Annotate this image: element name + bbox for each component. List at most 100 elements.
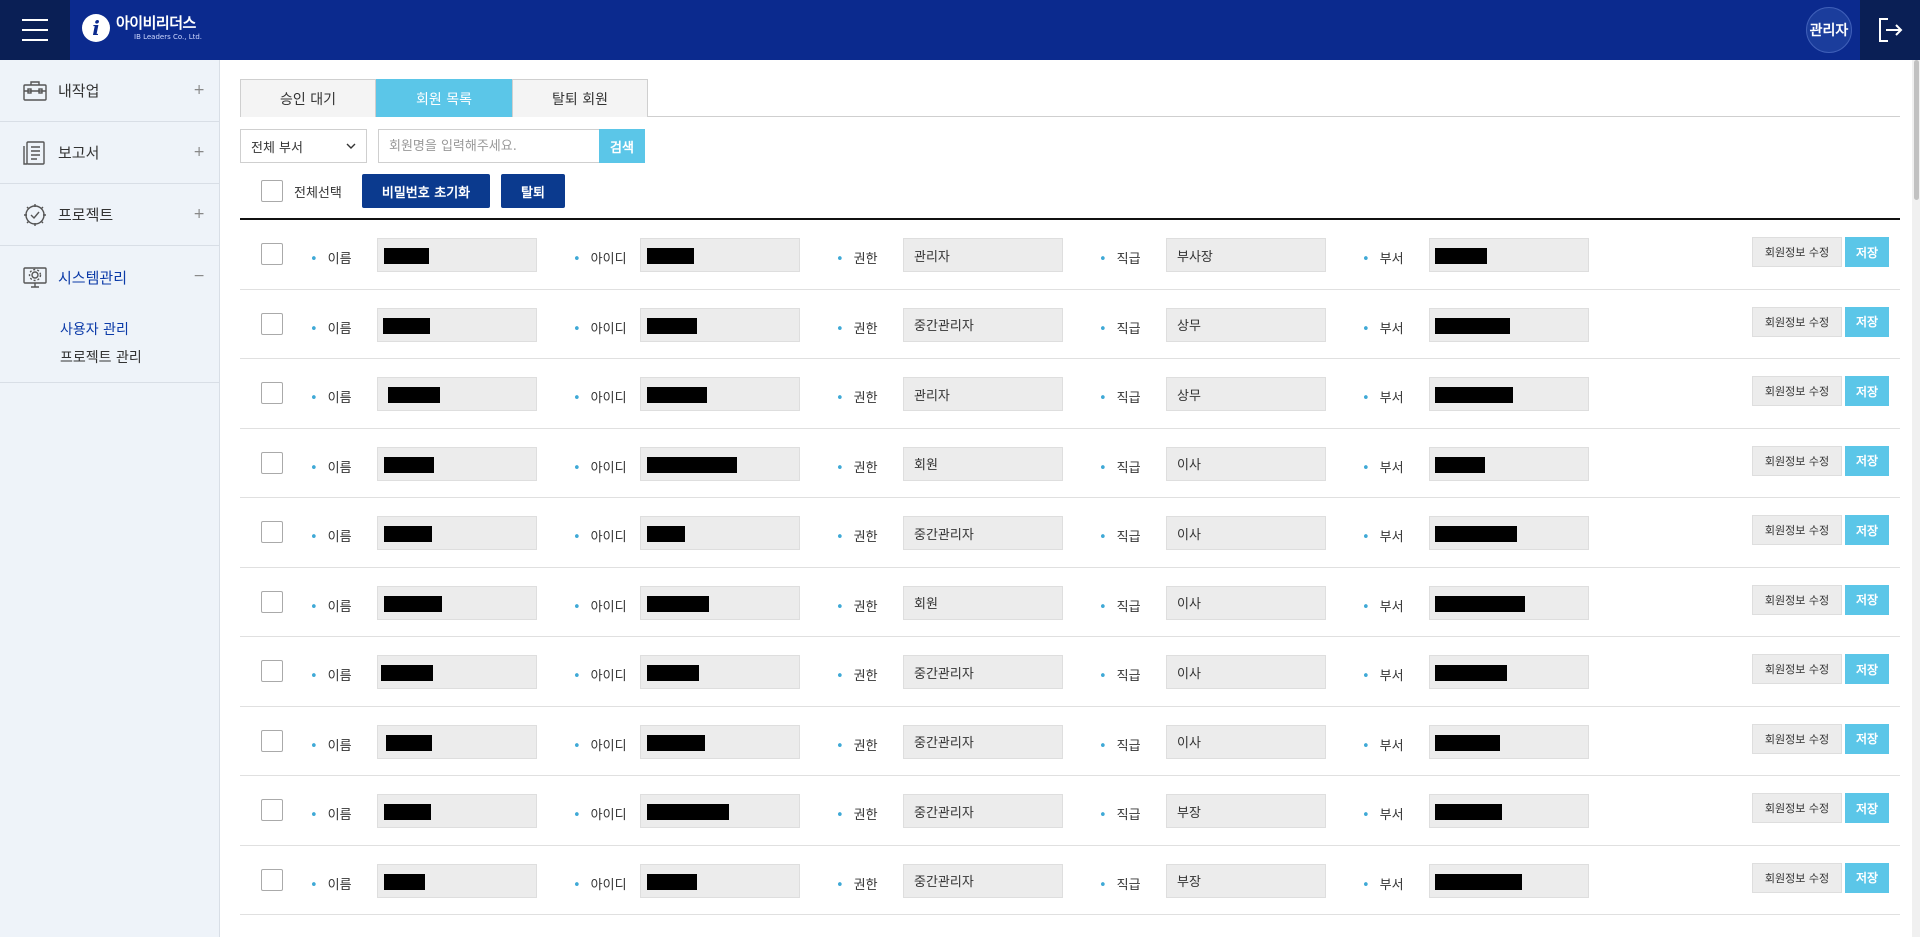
department-field[interactable] <box>1429 863 1589 898</box>
save-member-button[interactable]: 저장 <box>1845 306 1889 337</box>
company-logo[interactable]: i 아이비리더스 IB Leaders Co., Ltd. <box>82 14 202 42</box>
department-field[interactable] <box>1429 655 1589 689</box>
reset-password-button[interactable]: 비밀번호 초기화 <box>362 174 490 208</box>
name-field[interactable] <box>377 377 537 411</box>
role-field[interactable]: 중간관리자 <box>903 307 1063 342</box>
name-field[interactable] <box>377 794 537 828</box>
position-field[interactable]: 이사 <box>1166 724 1326 759</box>
name-field[interactable] <box>377 863 537 898</box>
department-field[interactable] <box>1429 794 1589 828</box>
department-select[interactable]: 전체 부서 <box>240 129 367 163</box>
search-button[interactable]: 검색 <box>599 129 645 163</box>
id-field[interactable] <box>640 238 800 272</box>
name-field[interactable] <box>377 585 537 620</box>
id-field[interactable] <box>640 377 800 411</box>
sidebar-item-system-admin[interactable]: 시스템관리 − <box>0 246 219 308</box>
edit-member-button[interactable]: 회원정보 수정 <box>1752 306 1842 337</box>
role-field[interactable]: 중간관리자 <box>903 794 1063 828</box>
edit-member-button[interactable]: 회원정보 수정 <box>1752 862 1842 893</box>
save-member-button[interactable]: 저장 <box>1845 862 1889 893</box>
member-row-checkbox[interactable] <box>261 451 283 474</box>
department-field[interactable] <box>1429 307 1589 342</box>
submenu-user-management[interactable]: 사용자 관리 <box>60 316 219 344</box>
department-field[interactable] <box>1429 238 1589 272</box>
role-field[interactable]: 중간관리자 <box>903 655 1063 689</box>
save-member-button[interactable]: 저장 <box>1845 237 1889 267</box>
id-field[interactable] <box>640 863 800 898</box>
expand-plus-icon[interactable]: + <box>193 206 205 222</box>
role-field[interactable]: 회원 <box>903 446 1063 481</box>
role-field[interactable]: 관리자 <box>903 238 1063 272</box>
department-field[interactable] <box>1429 446 1589 481</box>
edit-member-button[interactable]: 회원정보 수정 <box>1752 376 1842 406</box>
department-field[interactable] <box>1429 516 1589 550</box>
select-all-checkbox[interactable] <box>261 180 283 202</box>
name-field[interactable] <box>377 307 537 342</box>
role-field[interactable]: 회원 <box>903 585 1063 620</box>
role-field[interactable]: 중간관리자 <box>903 863 1063 898</box>
scrollbar-thumb[interactable] <box>1914 60 1919 200</box>
save-member-button[interactable]: 저장 <box>1845 515 1889 545</box>
tab-pending-approval[interactable]: 승인 대기 <box>240 79 376 117</box>
position-field[interactable]: 이사 <box>1166 516 1326 550</box>
member-search-input[interactable] <box>378 129 600 163</box>
id-field[interactable] <box>640 724 800 759</box>
edit-member-button[interactable]: 회원정보 수정 <box>1752 445 1842 476</box>
logout-icon[interactable] <box>1860 0 1920 60</box>
role-field[interactable]: 중간관리자 <box>903 724 1063 759</box>
member-row-checkbox[interactable] <box>261 799 283 821</box>
id-field[interactable] <box>640 794 800 828</box>
name-field[interactable] <box>377 238 537 272</box>
save-member-button[interactable]: 저장 <box>1845 723 1889 754</box>
name-field[interactable] <box>377 446 537 481</box>
member-row-checkbox[interactable] <box>261 243 283 265</box>
position-field[interactable]: 부장 <box>1166 794 1326 828</box>
member-row-checkbox[interactable] <box>261 660 283 682</box>
edit-member-button[interactable]: 회원정보 수정 <box>1752 237 1842 267</box>
expand-plus-icon[interactable]: + <box>193 144 205 160</box>
member-row-checkbox[interactable] <box>261 868 283 891</box>
position-field[interactable]: 이사 <box>1166 585 1326 620</box>
position-field[interactable]: 상무 <box>1166 377 1326 411</box>
id-field[interactable] <box>640 516 800 550</box>
id-field[interactable] <box>640 446 800 481</box>
position-field[interactable]: 이사 <box>1166 655 1326 689</box>
sidebar-item-project[interactable]: 프로젝트 + <box>0 184 219 246</box>
position-field[interactable]: 상무 <box>1166 307 1326 342</box>
sidebar-item-my-work[interactable]: 내작업 + <box>0 60 219 122</box>
member-row-checkbox[interactable] <box>261 590 283 613</box>
member-row-checkbox[interactable] <box>261 382 283 404</box>
save-member-button[interactable]: 저장 <box>1845 584 1889 615</box>
submenu-project-management[interactable]: 프로젝트 관리 <box>60 344 219 372</box>
expand-plus-icon[interactable]: + <box>193 82 205 98</box>
name-field[interactable] <box>377 655 537 689</box>
department-field[interactable] <box>1429 377 1589 411</box>
name-field[interactable] <box>377 516 537 550</box>
id-field[interactable] <box>640 585 800 620</box>
member-row-checkbox[interactable] <box>261 312 283 335</box>
tab-member-list[interactable]: 회원 목록 <box>376 79 512 117</box>
edit-member-button[interactable]: 회원정보 수정 <box>1752 654 1842 684</box>
role-field[interactable]: 관리자 <box>903 377 1063 411</box>
save-member-button[interactable]: 저장 <box>1845 445 1889 476</box>
position-field[interactable]: 부사장 <box>1166 238 1326 272</box>
collapse-minus-icon[interactable]: − <box>193 268 205 284</box>
edit-member-button[interactable]: 회원정보 수정 <box>1752 515 1842 545</box>
name-field[interactable] <box>377 724 537 759</box>
role-field[interactable]: 중간관리자 <box>903 516 1063 550</box>
save-member-button[interactable]: 저장 <box>1845 376 1889 406</box>
hamburger-menu-icon[interactable] <box>0 0 70 60</box>
id-field[interactable] <box>640 307 800 342</box>
department-field[interactable] <box>1429 585 1589 620</box>
sidebar-item-report[interactable]: 보고서 + <box>0 122 219 184</box>
edit-member-button[interactable]: 회원정보 수정 <box>1752 723 1842 754</box>
withdraw-button[interactable]: 탈퇴 <box>501 174 565 208</box>
user-role-badge[interactable]: 관리자 <box>1806 7 1852 53</box>
edit-member-button[interactable]: 회원정보 수정 <box>1752 584 1842 615</box>
department-field[interactable] <box>1429 724 1589 759</box>
id-field[interactable] <box>640 655 800 689</box>
member-row-checkbox[interactable] <box>261 729 283 752</box>
position-field[interactable]: 부장 <box>1166 863 1326 898</box>
member-row-checkbox[interactable] <box>261 521 283 543</box>
tab-withdrawn-members[interactable]: 탈퇴 회원 <box>512 79 648 117</box>
